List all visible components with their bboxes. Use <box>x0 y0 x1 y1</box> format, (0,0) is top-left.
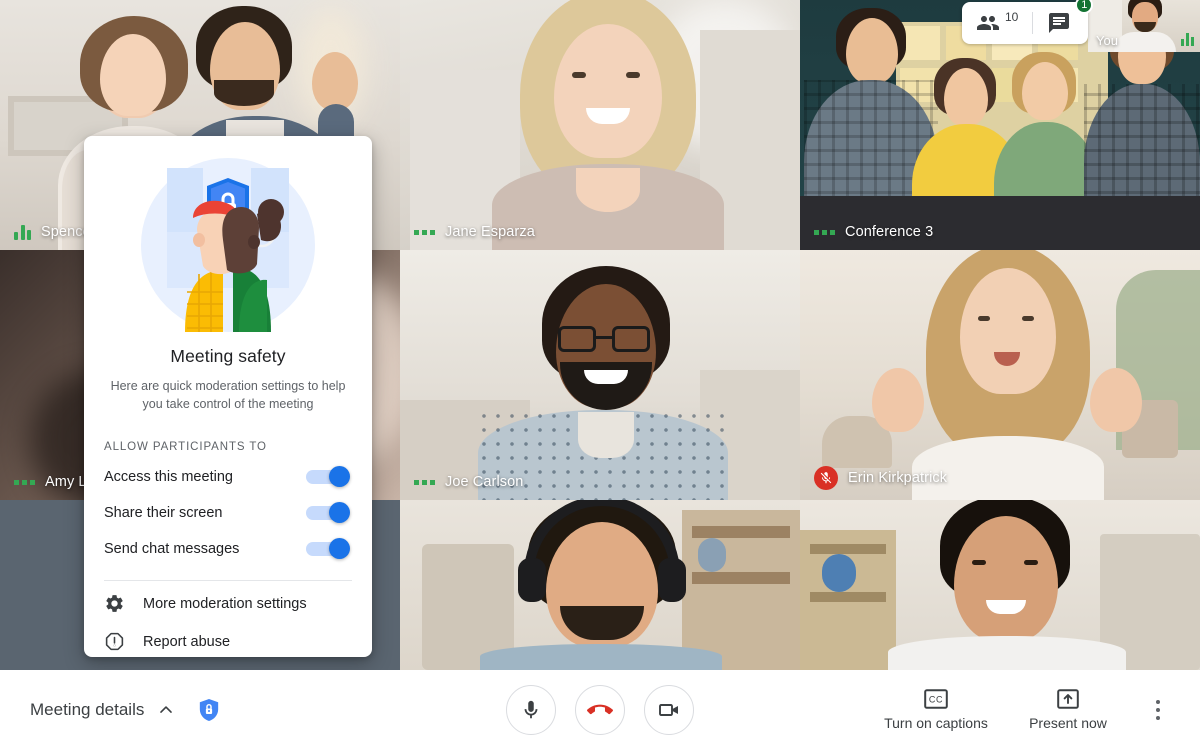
audio-level-icon <box>414 229 435 235</box>
participant-name-row: Jane Esparza <box>414 224 535 240</box>
video-tile-headphones[interactable] <box>400 500 800 670</box>
turn-on-captions-button[interactable]: CC Turn on captions <box>870 689 1002 731</box>
toggle-label: Share their screen <box>104 505 223 522</box>
video-tile-joe[interactable]: Joe Carlson <box>400 250 800 500</box>
end-call-button[interactable] <box>575 685 625 735</box>
dialog-subtitle: Here are quick moderation settings to he… <box>110 379 346 412</box>
meet-window: Spencer Jane Esparza Conference 3 Amy Lu… <box>0 0 1200 750</box>
participant-name: Joe Carlson <box>445 474 524 490</box>
microphone-icon <box>524 700 538 719</box>
more-vertical-icon-dot <box>1156 700 1160 704</box>
svg-text:CC: CC <box>929 695 943 705</box>
dialog-divider <box>104 580 352 581</box>
gear-icon <box>106 595 123 613</box>
meeting-safety-illustration <box>141 158 315 332</box>
audio-level-icon <box>414 479 435 485</box>
participant-name: Erin Kirkpatrick <box>848 470 948 486</box>
shield-lock-icon <box>200 699 219 721</box>
video-tile-erin[interactable]: Erin Kirkpatrick <box>800 250 1200 500</box>
meeting-details-button[interactable]: Meeting details <box>30 700 176 720</box>
present-label: Present now <box>1029 715 1107 731</box>
present-now-button[interactable]: Present now <box>1002 689 1134 731</box>
tile-video-feed <box>400 0 800 250</box>
toggle-knob <box>329 502 350 524</box>
exclamation-octagon-icon <box>105 633 124 651</box>
present-screen-icon <box>1057 689 1079 709</box>
captions-label: Turn on captions <box>884 715 988 731</box>
toolbar-left-group: Meeting details <box>30 670 220 750</box>
people-icon <box>977 16 999 30</box>
participant-name: Conference 3 <box>845 224 934 240</box>
video-tile-jane[interactable]: Jane Esparza <box>400 0 800 250</box>
menu-item-more-moderation-settings[interactable]: More moderation settings <box>84 589 372 619</box>
tile-video-feed <box>800 500 1200 670</box>
menu-item-report-abuse[interactable]: Report abuse <box>84 627 372 657</box>
toggle-row-send-chat-messages[interactable]: Send chat messages <box>84 537 372 562</box>
section-heading-allow-participants: ALLOW PARTICIPANTS TO <box>104 441 267 454</box>
self-view-tile[interactable]: You <box>1088 0 1200 52</box>
more-vertical-icon-dot <box>1156 708 1160 712</box>
toggle-label: Send chat messages <box>104 541 240 558</box>
meeting-details-label: Meeting details <box>30 700 145 719</box>
toggle-switch-share-their-screen[interactable] <box>306 502 350 524</box>
chat-button[interactable]: 1 <box>1033 0 1094 44</box>
tile-video-feed <box>800 250 1200 500</box>
camera-button[interactable] <box>644 685 694 735</box>
video-camera-icon <box>659 704 678 716</box>
mic-muted-icon <box>814 466 838 490</box>
audio-level-icon <box>14 479 35 485</box>
participant-name-row: Conference 3 <box>814 224 933 240</box>
menu-item-label: Report abuse <box>143 633 231 650</box>
chat-icon <box>1049 13 1070 33</box>
participants-count: 10 <box>1005 10 1019 24</box>
toolbar-right-group: CC Turn on captions Present now <box>870 670 1182 750</box>
microphone-button[interactable] <box>506 685 556 735</box>
host-controls-button[interactable] <box>198 698 220 722</box>
tile-video-feed <box>400 500 800 670</box>
audio-level-icon <box>814 229 835 235</box>
toggle-switch-send-chat-messages[interactable] <box>306 538 350 560</box>
tile-video-feed <box>400 250 800 500</box>
participants-button[interactable]: 10 <box>962 2 1032 44</box>
header-chip-group: 10 1 <box>962 0 1094 44</box>
toggle-row-access-this-meeting[interactable]: Access this meeting <box>84 464 372 489</box>
meeting-safety-dialog: Meeting safety Here are quick moderation… <box>84 136 372 657</box>
menu-item-label: More moderation settings <box>143 595 307 612</box>
chevron-up-icon <box>160 706 173 713</box>
participant-name: Jane Esparza <box>445 224 535 240</box>
video-tile-dev[interactable] <box>800 500 1200 670</box>
audio-level-icon <box>14 224 31 240</box>
self-view-label: You <box>1096 33 1118 48</box>
toggle-row-share-their-screen[interactable]: Share their screen <box>84 501 372 526</box>
participant-name-row: Erin Kirkpatrick <box>814 466 947 490</box>
more-vertical-icon-dot <box>1156 716 1160 720</box>
closed-captions-icon: CC <box>924 689 948 709</box>
dialog-title: Meeting safety <box>170 346 286 366</box>
bottom-toolbar: Meeting details CC Turn on captions Pres… <box>0 670 1200 750</box>
toggle-knob <box>329 538 350 560</box>
toggle-label: Access this meeting <box>104 468 233 485</box>
end-call-icon <box>587 704 613 715</box>
participant-name-row: Joe Carlson <box>414 474 523 490</box>
toggle-switch-access-this-meeting[interactable] <box>306 465 350 487</box>
toggle-knob <box>329 465 350 487</box>
more-options-button[interactable] <box>1134 686 1182 734</box>
self-audio-level-icon <box>1181 33 1194 46</box>
